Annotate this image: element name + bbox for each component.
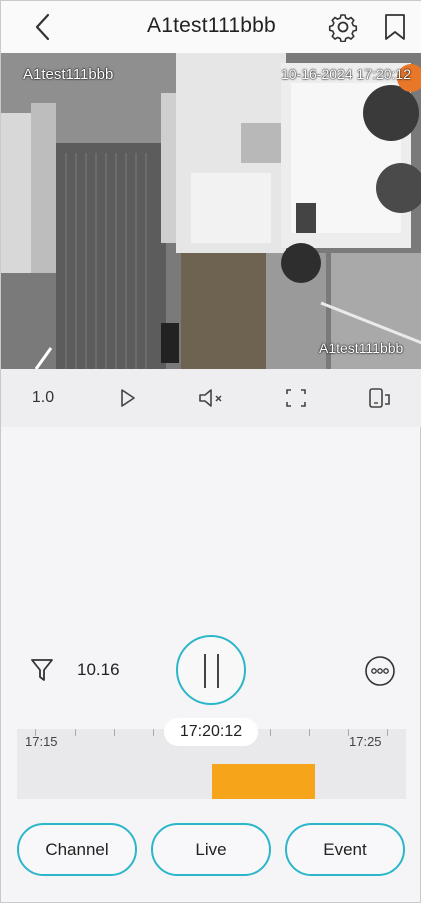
gear-icon [328, 14, 358, 42]
more-icon [365, 656, 395, 686]
channel-button[interactable]: Channel [17, 823, 137, 876]
filter-button[interactable] [29, 656, 55, 689]
event-button[interactable]: Event [285, 823, 405, 876]
pause-icon-left-bar [204, 654, 206, 688]
mute-icon [199, 389, 222, 407]
timeline-start-label: 17:15 [25, 734, 58, 749]
playback-control-bar: 1.0 [1, 369, 421, 427]
header-bar: A1test111bbb [1, 1, 421, 53]
filter-icon [31, 659, 53, 681]
bookmark-button[interactable] [375, 7, 415, 47]
settings-button[interactable] [323, 7, 363, 47]
current-time-indicator: 17:20:12 [164, 718, 258, 746]
osd-camera-name-bottom: A1test111bbb [319, 340, 404, 356]
layout-icon [369, 388, 390, 408]
osd-camera-name: A1test111bbb [23, 66, 114, 83]
timeline-end-label: 17:25 [349, 734, 382, 749]
bookmark-icon [385, 14, 405, 40]
pause-icon-right-bar [217, 654, 219, 688]
mute-button[interactable] [195, 383, 229, 413]
speed-button[interactable]: 1.0 [27, 383, 59, 413]
app-frame: A1test111bbb A1test111bbb 10-16-2024 17:… [0, 0, 421, 903]
more-options-button[interactable] [364, 655, 396, 692]
recording-segment[interactable] [212, 764, 315, 799]
video-player[interactable]: A1test111bbb 10-16-2024 17:20:12 A1test1… [1, 53, 421, 369]
live-button[interactable]: Live [151, 823, 271, 876]
camera-feed-image [1, 53, 421, 369]
osd-timestamp: 10-16-2024 17:20:12 [281, 66, 411, 82]
play-button[interactable] [113, 383, 143, 413]
fullscreen-icon [286, 389, 306, 407]
fullscreen-button[interactable] [279, 383, 313, 413]
pause-button[interactable] [176, 635, 246, 705]
layout-button[interactable] [363, 383, 397, 413]
date-selector[interactable]: 10.16 [77, 660, 120, 680]
play-icon [121, 389, 135, 407]
